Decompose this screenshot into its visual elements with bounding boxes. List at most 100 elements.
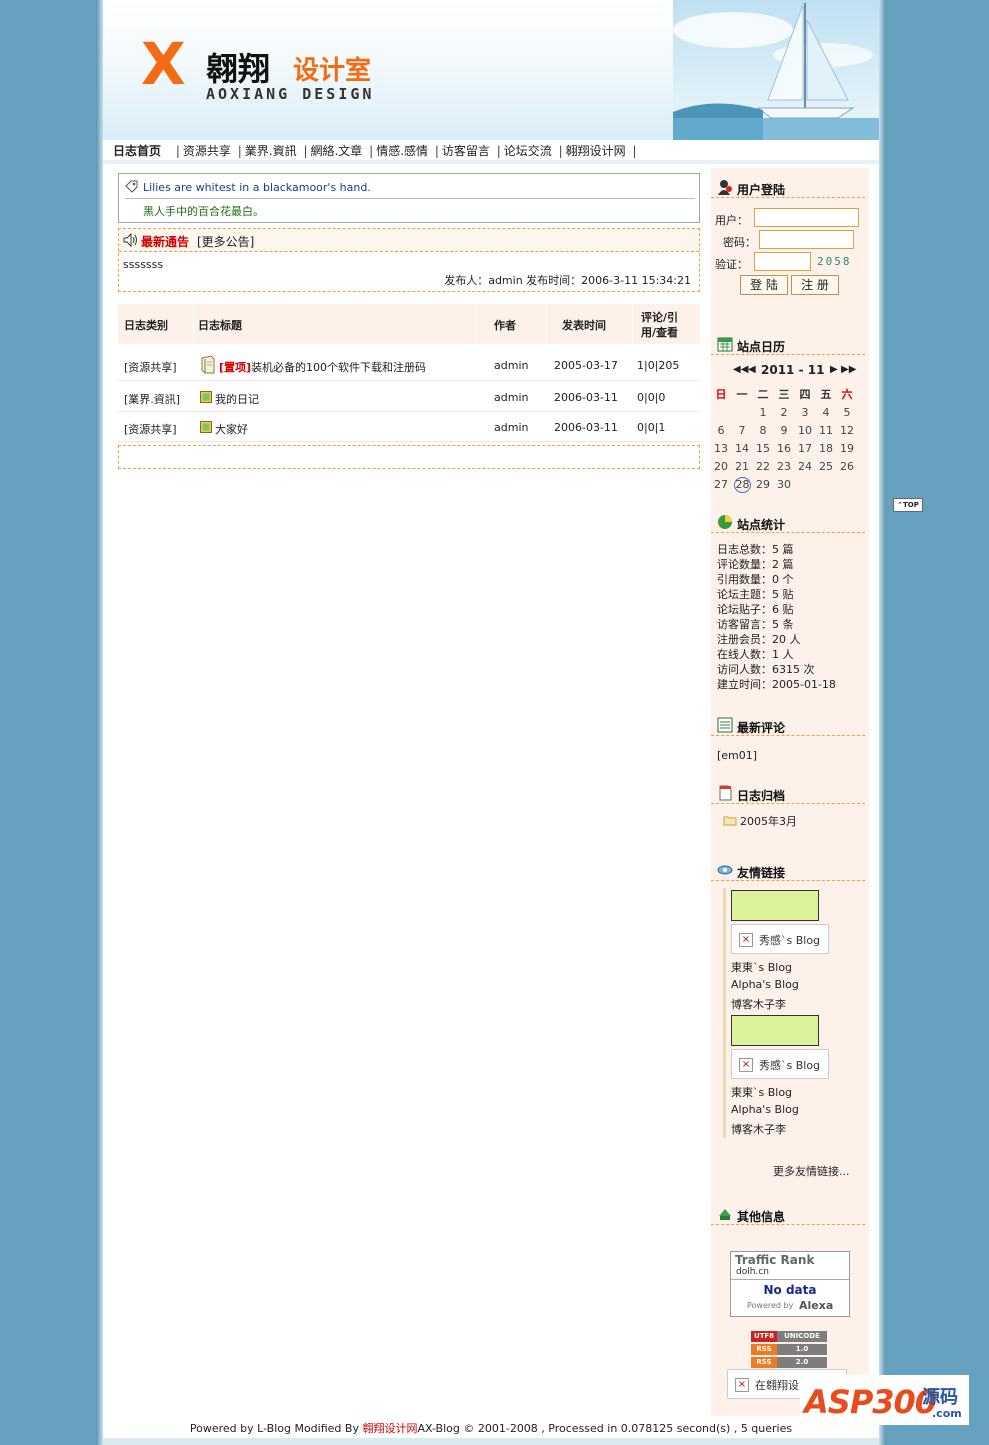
friend-link[interactable]: 博客木子李 xyxy=(731,996,786,1012)
calendar-day[interactable]: 10 xyxy=(795,424,815,437)
calendar-day[interactable]: 24 xyxy=(795,460,815,473)
row-title[interactable]: [置项]装机必备的100个软件下载和注册码 xyxy=(219,359,426,375)
broken-image-icon: × xyxy=(735,1378,749,1392)
friend-link[interactable]: 東東`s Blog xyxy=(731,959,792,975)
calendar-day[interactable]: 8 xyxy=(753,424,773,437)
login-section-title: 用户登陆 xyxy=(711,175,865,198)
more-links-link[interactable]: 更多友情链接... xyxy=(773,1163,850,1179)
prev-month-icon[interactable]: ◀ xyxy=(748,364,756,375)
nav-item[interactable]: 访客留言 xyxy=(442,144,490,158)
calendar-day[interactable]: 30 xyxy=(774,478,794,491)
calendar-day[interactable]: 9 xyxy=(774,424,794,437)
calendar-day[interactable]: 21 xyxy=(732,460,752,473)
password-input[interactable] xyxy=(759,230,854,249)
link-image-broken[interactable]: × 秀感`s Blog xyxy=(731,924,829,954)
row-author[interactable]: admin xyxy=(494,421,528,434)
rank-value: No data xyxy=(763,1283,817,1297)
calendar-day[interactable]: 26 xyxy=(837,460,857,473)
friend-link[interactable]: Alpha's Blog xyxy=(731,1103,799,1116)
next-year-icon[interactable]: ▶▶ xyxy=(841,364,856,375)
header-banner: X 翱翔 设计室 AOXIANG DESIGN xyxy=(103,0,879,140)
back-to-top-button[interactable]: ⌃TOP xyxy=(893,498,923,512)
stat-line: 访问人数：6315 次 xyxy=(717,663,815,676)
calendar-day[interactable]: 1 xyxy=(753,406,773,419)
calendar-day[interactable]: 3 xyxy=(795,406,815,419)
col-date: 发表时间 xyxy=(562,319,606,332)
row-category[interactable]: [業界.資訊] xyxy=(124,391,180,407)
calendar-day[interactable]: 29 xyxy=(753,478,773,491)
book-icon xyxy=(201,355,215,374)
footer-brand-link[interactable]: 翱翔设计网 xyxy=(362,1422,417,1435)
row-category[interactable]: [资源共享] xyxy=(124,359,177,375)
nav-item[interactable]: 论坛交流 xyxy=(504,144,552,158)
archive-item[interactable]: 2005年3月 xyxy=(740,813,797,829)
calendar-day[interactable]: 13 xyxy=(711,442,731,455)
register-button[interactable]: 注 册 xyxy=(791,275,839,295)
calendar-day[interactable]: 11 xyxy=(816,424,836,437)
calendar-day[interactable]: 6 xyxy=(711,424,731,437)
comment-item[interactable]: [em01] xyxy=(717,749,757,762)
stat-line: 在线人数：1 人 xyxy=(717,648,794,661)
row-title[interactable]: 我的日记 xyxy=(215,391,259,407)
link-image-broken[interactable]: × 秀感`s Blog xyxy=(731,1049,829,1079)
quote-chinese: 黑人手中的百合花最白。 xyxy=(143,205,264,218)
row-title[interactable]: 大家好 xyxy=(215,421,248,437)
other-info-icon xyxy=(719,1209,731,1220)
nav-home[interactable]: 日志首页 xyxy=(113,144,161,158)
calendar-day[interactable]: 17 xyxy=(795,442,815,455)
document-icon xyxy=(719,785,732,801)
row-category[interactable]: [资源共享] xyxy=(124,421,177,437)
next-month-icon[interactable]: ▶ xyxy=(830,364,838,375)
stat-line: 论坛贴子：6 贴 xyxy=(717,603,794,616)
friend-link[interactable]: Alpha's Blog xyxy=(731,978,799,991)
nav-item[interactable]: 资源共享 xyxy=(183,144,231,158)
utf8-badge[interactable]: UTF8 UNICODE xyxy=(751,1331,827,1342)
logo-subtitle: 设计室 xyxy=(293,56,372,86)
table-row[interactable]: [業界.資訊] 我的日记 admin 2006-03-11 0|0|0 xyxy=(118,384,700,412)
more-announcements-link[interactable]: [更多公告] xyxy=(197,233,254,250)
calendar-day[interactable]: 18 xyxy=(816,442,836,455)
verify-input[interactable] xyxy=(754,252,811,271)
calendar-day[interactable]: 22 xyxy=(753,460,773,473)
login-button[interactable]: 登 陆 xyxy=(740,275,788,295)
announcement-header: 最新通告 [更多公告] xyxy=(119,229,699,252)
username-input[interactable] xyxy=(754,208,859,227)
rss2-badge[interactable]: RSS 2.0 xyxy=(751,1357,827,1368)
row-title-text[interactable]: 装机必备的100个软件下载和注册码 xyxy=(251,361,426,374)
calendar-day[interactable]: 7 xyxy=(732,424,752,437)
calendar-day[interactable]: 20 xyxy=(711,460,731,473)
links-section-title: 友情链接 xyxy=(711,858,865,881)
calendar-day[interactable]: 16 xyxy=(774,442,794,455)
nav-item[interactable]: 網絡.文章 xyxy=(310,144,362,158)
nav-item[interactable]: 情感.感情 xyxy=(376,144,428,158)
calendar-day[interactable]: 4 xyxy=(816,406,836,419)
calendar-day[interactable]: 14 xyxy=(732,442,752,455)
table-row[interactable]: [资源共享] [置项]装机必备的100个软件下载和注册码 admin 2005-… xyxy=(118,350,700,381)
verify-code: 2058 xyxy=(817,255,852,268)
broken-image-icon: × xyxy=(739,933,753,947)
archive-section-title: 日志归档 xyxy=(711,781,865,804)
friend-link[interactable]: 東東`s Blog xyxy=(731,1084,792,1100)
link-banner-image[interactable] xyxy=(731,1015,819,1046)
link-banner-image[interactable] xyxy=(731,890,819,921)
friend-link[interactable]: 博客木子李 xyxy=(731,1121,786,1137)
calendar-today[interactable]: 28 xyxy=(734,477,751,493)
calendar-day[interactable]: 12 xyxy=(837,424,857,437)
calendar-day[interactable]: 19 xyxy=(837,442,857,455)
pagination-box xyxy=(118,445,700,469)
calendar-day[interactable]: 2 xyxy=(774,406,794,419)
calendar-day[interactable]: 27 xyxy=(711,478,731,491)
col-title: 日志标题 xyxy=(198,319,242,332)
row-author[interactable]: admin xyxy=(494,359,528,372)
nav-item[interactable]: 業界.資訊 xyxy=(245,144,297,158)
calendar-day[interactable]: 15 xyxy=(753,442,773,455)
calendar-day[interactable]: 5 xyxy=(837,406,857,419)
table-row[interactable]: [资源共享] 大家好 admin 2006-03-11 0|0|1 xyxy=(118,414,700,442)
alexa-rank-widget[interactable]: Traffic Rank dolh.cn No data Powered by … xyxy=(730,1251,850,1317)
calendar-day[interactable]: 23 xyxy=(774,460,794,473)
row-author[interactable]: admin xyxy=(494,391,528,404)
prev-year-icon[interactable]: ◀◀ xyxy=(733,364,748,375)
nav-item[interactable]: 翱翔设计网 xyxy=(566,144,626,158)
calendar-day[interactable]: 25 xyxy=(816,460,836,473)
rss1-badge[interactable]: RSS 1.0 xyxy=(751,1344,827,1355)
